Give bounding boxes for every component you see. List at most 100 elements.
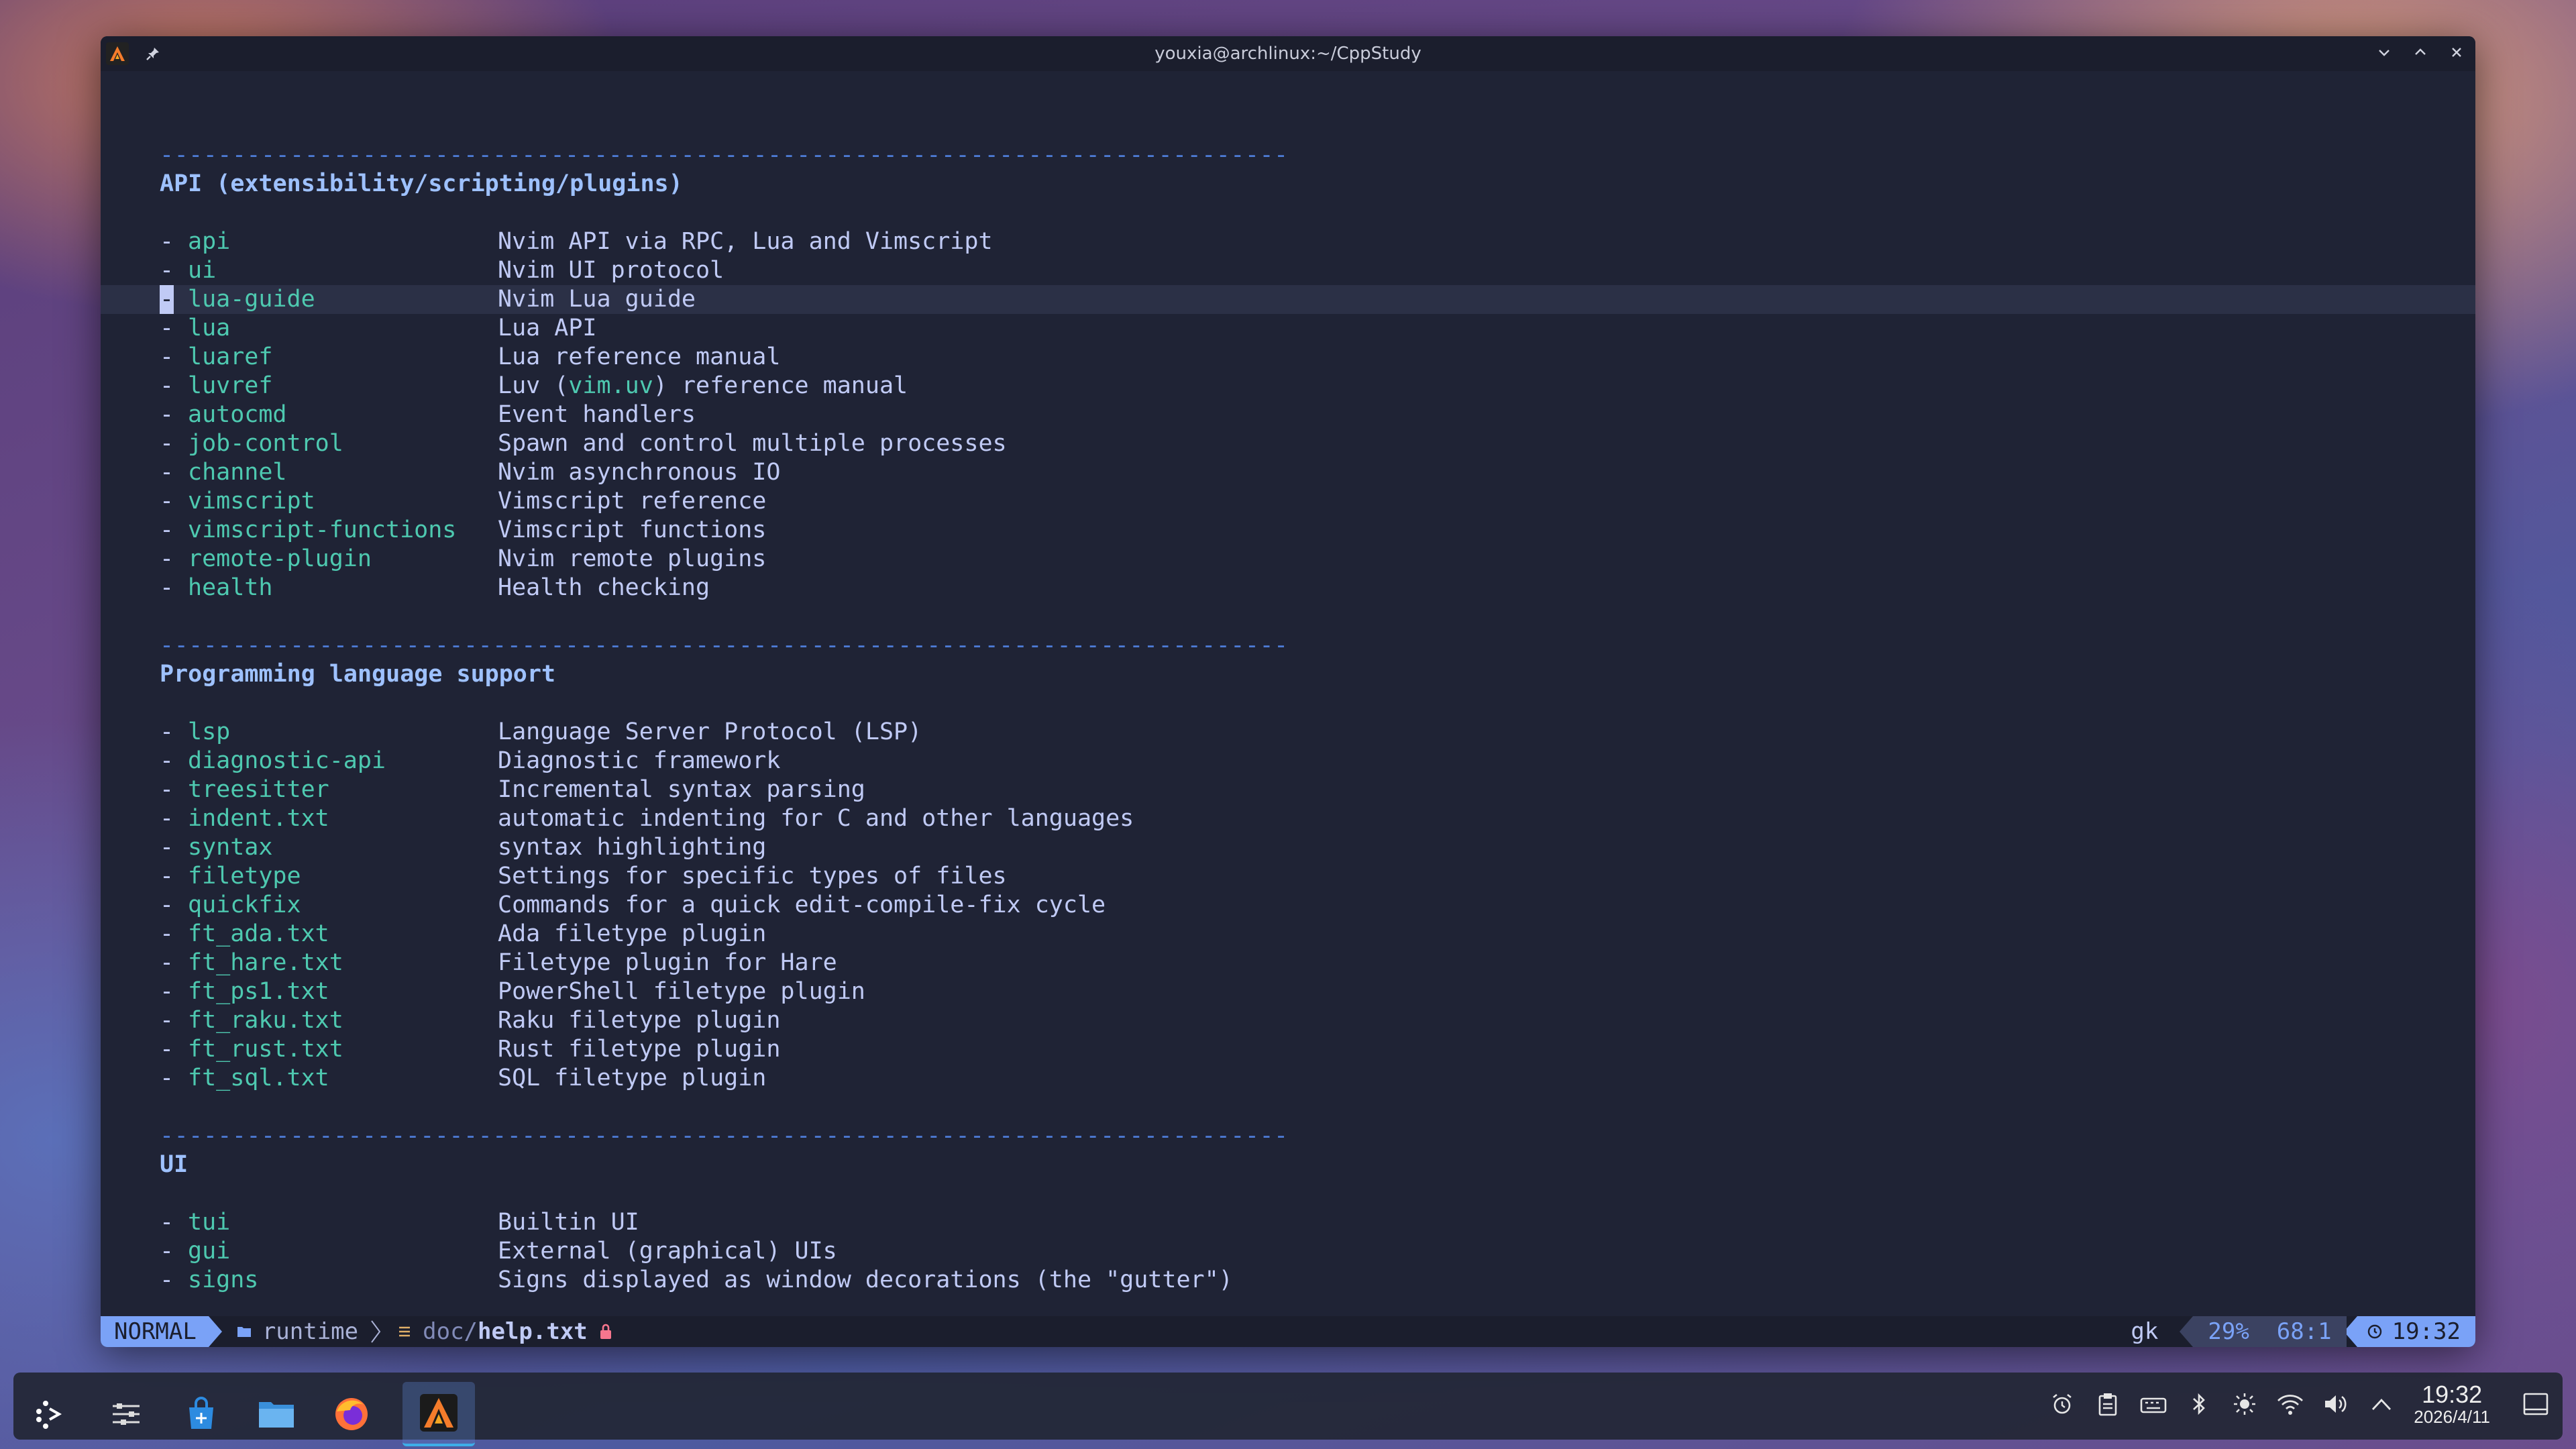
file-icon [399,1326,411,1337]
help-entry: - ft_raku.txt Raku filetype plugin [160,1006,781,1035]
help-tag-link[interactable]: quickfix [188,891,301,920]
help-tag-link[interactable]: channel [188,458,287,487]
window-title: youxia@archlinux:~/CppStudy [1155,44,1421,64]
help-tag-link[interactable]: indent.txt [188,804,329,833]
taskbar: 19:32 2026/4/11 [13,1373,2563,1446]
show-desktop-icon[interactable] [2522,1391,2549,1417]
maximize-button[interactable] [2408,40,2432,64]
help-entry: - diagnostic-api Diagnostic framework [160,747,781,775]
help-tag-link[interactable]: treesitter [188,775,329,804]
help-entry: - luaref Lua reference manual [160,343,781,372]
help-tag-link[interactable]: lsp [188,718,230,747]
tray-expand-chevron-icon[interactable] [2368,1391,2395,1417]
discover-store-icon[interactable] [177,1390,225,1438]
system-tray: 19:32 2026/4/11 [2049,1382,2549,1426]
help-entry: - gui External (graphical) UIs [160,1237,837,1266]
pending-keys: gk [2131,1318,2159,1345]
cursor-position: 29% 68:1 [2193,1316,2347,1347]
system-settings-icon[interactable] [102,1390,150,1438]
help-entry-cursorline: - lua-guide Nvim Lua guide [101,285,2475,314]
scroll-percent: 29% [2208,1318,2249,1345]
help-entry: - job-control Spawn and control multiple p… [160,429,1007,458]
statusline-clock: 19:32 [2357,1316,2475,1347]
section-heading-ui: UI [160,1151,189,1178]
help-tag-link[interactable]: ft_ada.txt [188,920,329,949]
help-tag-link[interactable]: remote-plugin [188,545,372,574]
pin-icon[interactable] [141,42,165,66]
help-tag-link[interactable]: ft_sql.txt [188,1064,329,1093]
text-cursor: - [160,285,174,314]
volume-icon[interactable] [2322,1391,2349,1417]
help-tag-link[interactable]: lua [188,314,230,343]
app-launcher-icon[interactable] [27,1390,75,1438]
alarm-clock-icon[interactable] [2049,1391,2076,1417]
help-entry: - vimscript Vimscript reference [160,487,767,516]
help-entry: - remote-plugin Nvim remote plugins [160,545,767,574]
help-entry: - lua Lua API [160,314,597,343]
help-tag-link[interactable]: signs [188,1266,258,1295]
keyboard-icon[interactable] [2140,1391,2167,1417]
help-tag-link[interactable]: ft_raku.txt [188,1006,343,1035]
section-heading-line: UI [101,1150,2475,1179]
help-tag-link[interactable]: luaref [188,343,272,372]
help-entry: - ft_hare.txt Filetype plugin for Hare [160,949,837,977]
clock-date: 2026/4/11 [2414,1407,2490,1427]
help-entry: - syntax syntax highlighting [160,833,767,862]
statusline-directory: runtime [237,1318,382,1345]
help-tag-link[interactable]: ft_rust.txt [188,1035,343,1064]
window-titlebar[interactable]: youxia@archlinux:~/CppStudy [101,36,2475,71]
help-entry: - quickfix Commands for a quick edit-compi… [160,891,1106,920]
help-tag-link[interactable]: vimscript [188,487,315,516]
help-entry: - api Nvim API via RPC, Lua and Vimscript [160,227,993,256]
help-tag-link[interactable]: gui [188,1237,230,1266]
help-entry: - ft_ps1.txt PowerShell filetype plugin [160,977,865,1006]
help-tag-link[interactable]: tui [188,1208,230,1237]
help-tag-link[interactable]: ui [188,256,216,285]
help-tag-link[interactable]: lua-guide [188,285,315,314]
minimize-button[interactable] [2372,40,2396,64]
file-name: help.txt [478,1318,588,1345]
close-button[interactable] [2445,40,2469,64]
help-entry: - filetype Settings for specific types of … [160,862,1007,891]
help-tag-link[interactable]: api [188,227,230,256]
help-entry: - signs Signs displayed as window decorati… [160,1266,1233,1295]
wifi-icon[interactable] [2277,1391,2304,1417]
file-manager-icon[interactable] [252,1390,301,1438]
help-entry: - luvref Luv (vim.uv) reference manual [160,372,908,400]
taskbar-clock[interactable]: 19:32 2026/4/11 [2414,1382,2490,1427]
nvim-statusline: NORMAL runtime doc/help.txt gk 29% 68:1 … [101,1316,2475,1347]
section-heading-lang: Programming language support [160,661,556,688]
help-tag-link[interactable]: diagnostic-api [188,747,386,775]
help-tag-link[interactable]: luvref [188,372,272,400]
help-tag-link[interactable]: health [188,574,272,602]
brightness-icon[interactable] [2231,1391,2258,1417]
help-entry: - tui Builtin UI [160,1208,639,1237]
mode-separator [208,1316,222,1347]
help-entry: - channel Nvim asynchronous IO [160,458,781,487]
help-tag-link[interactable]: job-control [188,429,343,458]
section-heading-api: API (extensibility/scripting/plugins) [160,170,683,197]
clock-icon [2367,1324,2381,1339]
firefox-icon[interactable] [327,1390,376,1438]
help-tag-link[interactable]: autocmd [188,400,287,429]
help-tag-link[interactable]: syntax [188,833,272,862]
help-tag-link[interactable]: ft_ps1.txt [188,977,329,1006]
lock-icon [600,1324,611,1339]
clipboard-icon[interactable] [2094,1391,2121,1417]
help-tag-link[interactable]: vimscript-functions [188,516,456,545]
help-entry: - treesitter Incremental syntax parsing [160,775,865,804]
help-entry: - autocmd Event handlers [160,400,696,429]
bluetooth-icon[interactable] [2186,1391,2212,1417]
help-tag-link[interactable]: ft_hare.txt [188,949,343,977]
help-entry: - ft_ada.txt Ada filetype plugin [160,920,767,949]
inline-help-link[interactable]: vim.uv [568,372,653,399]
help-entry: - ft_sql.txt SQL filetype plugin [160,1064,767,1093]
line-column: 68:1 [2276,1318,2332,1345]
alacritty-app-icon[interactable] [106,42,129,65]
alacritty-task-icon[interactable] [402,1382,475,1446]
help-tag-link[interactable]: filetype [188,862,301,891]
help-entry: - health Health checking [160,574,710,602]
folder-icon [237,1327,251,1337]
help-entry: - ui Nvim UI protocol [160,256,724,285]
nvim-help-buffer[interactable]: ----------------------------------------… [101,71,2475,1347]
